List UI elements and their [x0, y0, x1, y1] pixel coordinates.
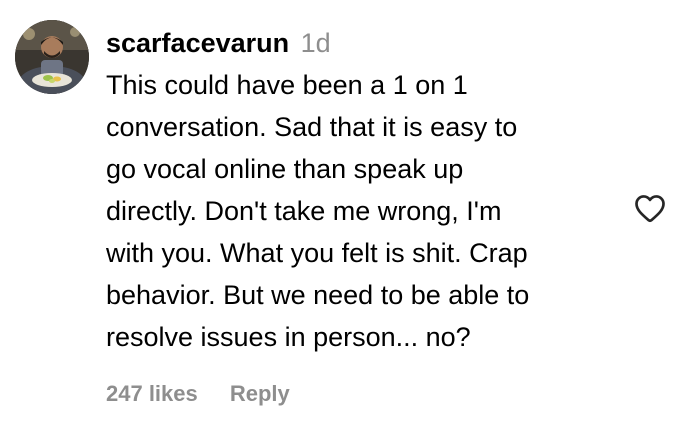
comment-text-line: with you. What you felt is shit. Crap	[106, 238, 528, 268]
comment-item: scarfacevarun 1d This could have been a …	[0, 0, 697, 427]
username-link[interactable]: scarfacevarun	[106, 28, 289, 58]
comment-text-line: go vocal online than speak up	[106, 154, 464, 184]
comment-text-line: conversation. Sad that it is easy to	[106, 112, 518, 142]
comment-text-line: behavior. But we need to be able to	[106, 280, 530, 310]
comment-body: scarfacevarun 1d This could have been a …	[106, 22, 616, 412]
comment-actions: 247 likes Reply	[106, 376, 616, 412]
likes-count-button[interactable]: 247 likes	[106, 381, 198, 406]
avatar[interactable]	[15, 20, 89, 94]
avatar-photo	[15, 20, 89, 94]
like-button-graphic	[635, 195, 665, 223]
comment-timestamp: 1d	[300, 28, 331, 58]
heart-outline-icon[interactable]	[632, 190, 668, 226]
comment-header: scarfacevarun 1d	[106, 22, 616, 64]
comment-text-line: directly. Don't take me wrong, I'm	[106, 196, 502, 226]
comment-text: This could have been a 1 on 1 conversati…	[106, 64, 616, 358]
comment-text-line: resolve issues in person... no?	[106, 322, 471, 352]
comment-text-line: This could have been a 1 on 1	[106, 70, 468, 100]
reply-button[interactable]: Reply	[230, 381, 290, 406]
